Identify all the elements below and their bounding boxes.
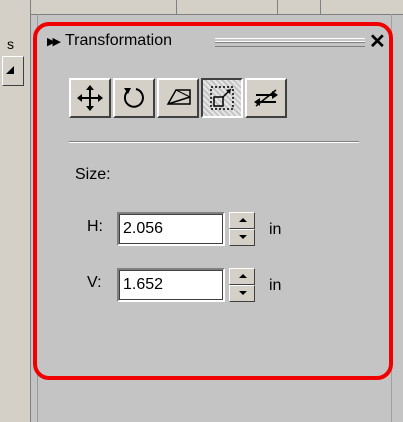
scale-mirror-icon [166,89,191,105]
arrow-down-icon [239,235,247,239]
column-divider [277,0,278,14]
width-label: V: [87,274,102,291]
top-toolbar-strip [0,0,403,15]
width-unit: in [269,277,282,294]
column-divider [320,0,321,14]
arrow-up-icon [239,218,247,222]
arrow-down-icon [239,291,247,295]
width-input[interactable] [117,268,225,302]
column-divider [30,0,31,14]
height-label: H: [87,218,103,235]
rotate-icon [123,88,144,108]
scale-mirror-button[interactable] [157,78,199,118]
column-divider [176,0,177,14]
height-decrement-button[interactable] [229,229,255,246]
height-spinner [229,212,255,246]
left-partial-window: s [0,14,31,422]
arrow-up-icon [239,274,247,278]
width-increment-button[interactable] [229,268,255,285]
separator [69,141,359,143]
height-input[interactable] [117,212,225,246]
double-chevron-right-icon[interactable]: ▶▶ [47,35,61,48]
transformation-docker: ▶▶ Transformation ✕ Size: H: 2.056 in V:… [33,22,393,380]
size-heading: Size: [75,166,111,183]
close-icon[interactable]: ✕ [369,30,386,54]
move-button[interactable] [69,78,111,118]
height-increment-button[interactable] [229,212,255,229]
size-icon [210,86,234,110]
width-decrement-button[interactable] [229,285,255,302]
title-grip[interactable] [215,38,365,47]
docker-title: Transformation [65,32,172,49]
skew-icon [254,89,278,107]
transform-mode-toolbar [69,78,289,118]
docker-title-bar[interactable]: ▶▶ Transformation ✕ [43,30,387,54]
left-window-button[interactable] [2,56,24,86]
move-icon [77,85,103,111]
left-window-text-fragment: s [7,36,14,52]
rotate-button[interactable] [113,78,155,118]
skew-button[interactable] [245,78,287,118]
size-button[interactable] [201,78,243,118]
height-unit: in [269,221,282,238]
width-spinner [229,268,255,302]
triangle-icon [6,66,14,74]
